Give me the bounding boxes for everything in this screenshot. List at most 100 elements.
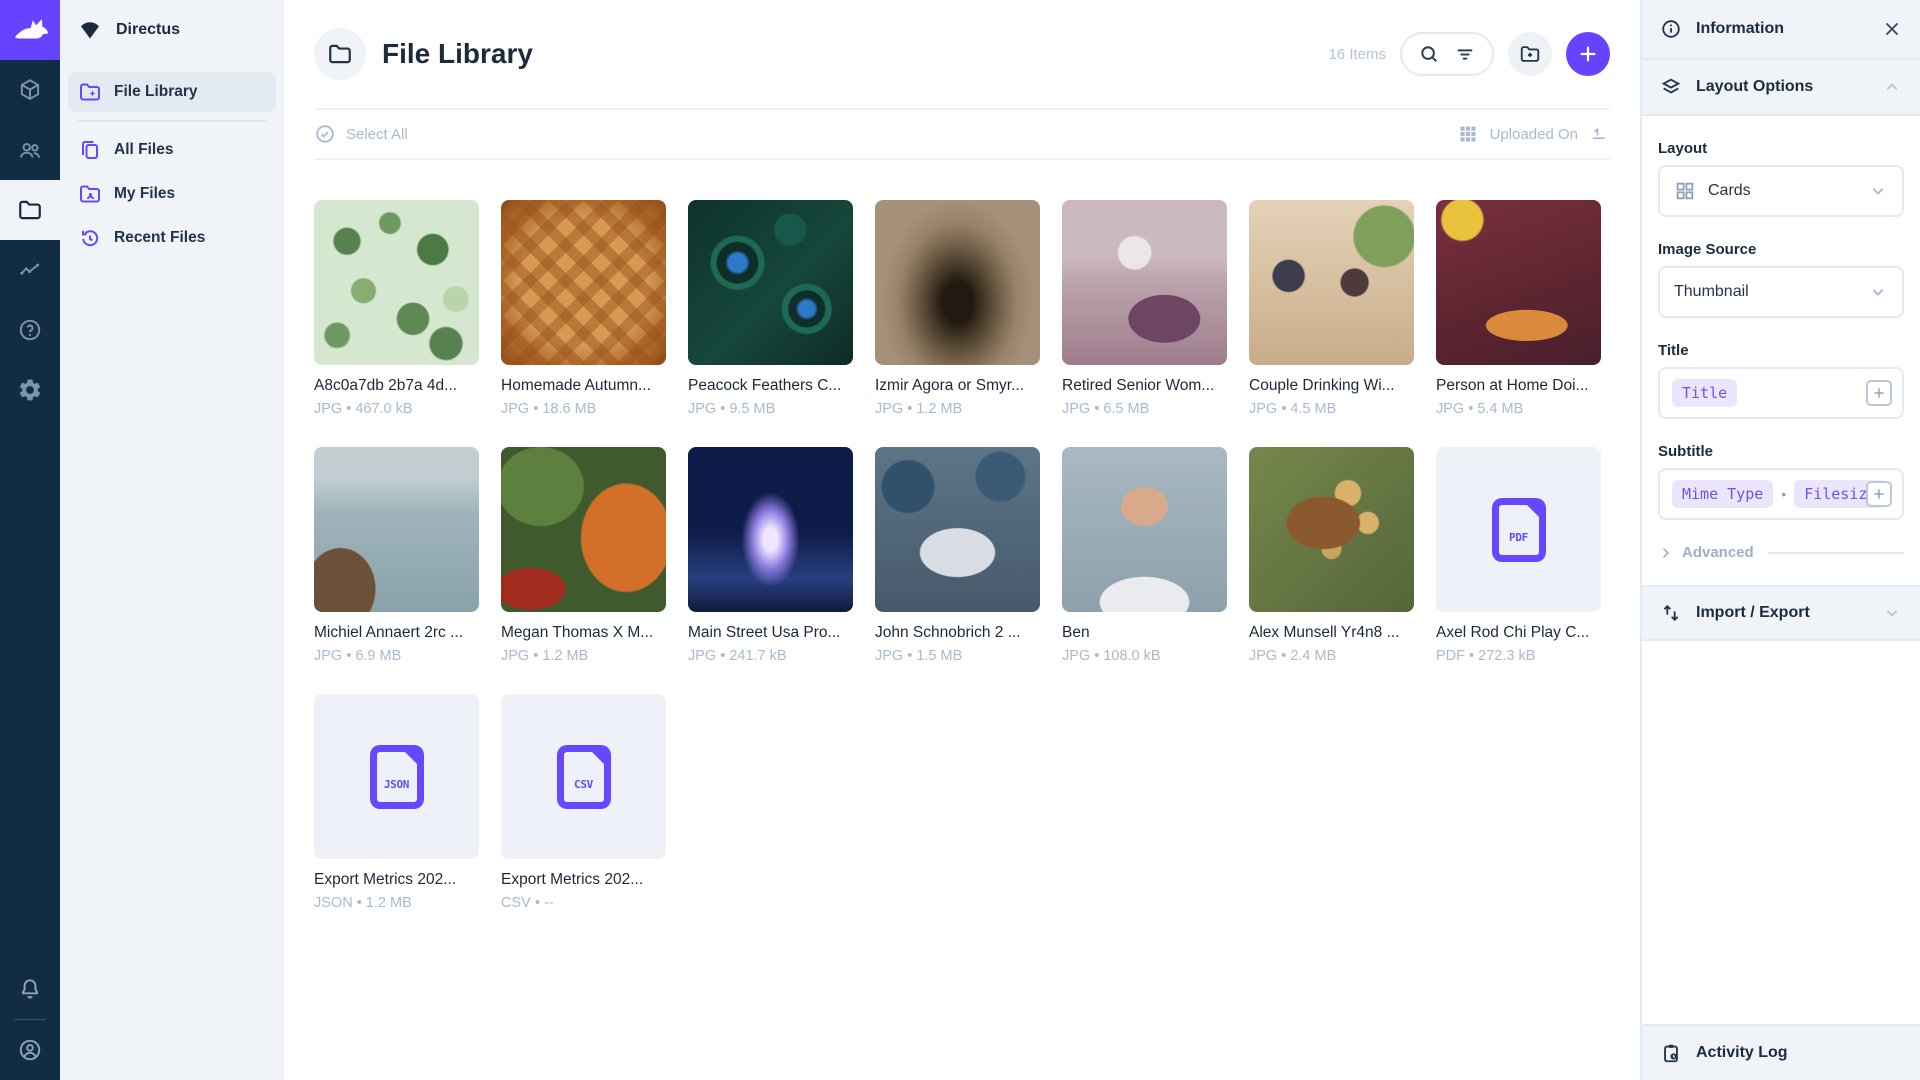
nav-list: File Library All Files My Files Recent F… bbox=[60, 60, 284, 262]
chevron-up-icon bbox=[1882, 77, 1902, 97]
cards-layout-icon bbox=[1674, 180, 1696, 202]
grid-view-icon[interactable] bbox=[1458, 124, 1478, 144]
document-type-label: PDF bbox=[1509, 531, 1528, 544]
page-title-icon-circle[interactable] bbox=[314, 28, 366, 80]
module-user-directory[interactable] bbox=[0, 120, 60, 180]
layout-options-panel: Layout Cards Image Source Thumbnail Titl… bbox=[1642, 116, 1920, 585]
advanced-toggle[interactable]: Advanced bbox=[1658, 544, 1904, 561]
file-card[interactable]: Michiel Annaert 2rc ... JPG • 6.9 MB bbox=[314, 447, 479, 664]
sort-icon[interactable] bbox=[1590, 124, 1610, 144]
image-source-select[interactable]: Thumbnail bbox=[1658, 266, 1904, 318]
add-file-button[interactable] bbox=[1566, 32, 1610, 76]
nav-item-file-library[interactable]: File Library bbox=[68, 72, 276, 112]
file-card[interactable]: JSON Export Metrics 202... JSON • 1.2 MB bbox=[314, 694, 479, 911]
file-card[interactable]: CSV Export Metrics 202... CSV • -- bbox=[501, 694, 666, 911]
file-thumbnail[interactable] bbox=[875, 447, 1040, 612]
file-title: Megan Thomas X M... bbox=[501, 624, 666, 642]
file-card[interactable]: Homemade Autumn... JPG • 18.6 MB bbox=[501, 200, 666, 417]
activity-log-label: Activity Log bbox=[1696, 1044, 1788, 1062]
notifications-button[interactable] bbox=[0, 959, 60, 1019]
file-thumbnail[interactable]: CSV bbox=[501, 694, 666, 859]
file-thumbnail[interactable]: PDF bbox=[1436, 447, 1601, 612]
add-subtitle-field-button[interactable] bbox=[1866, 481, 1892, 507]
directus-logo[interactable] bbox=[0, 0, 60, 60]
folder-plus-icon bbox=[1519, 43, 1541, 65]
add-title-field-button[interactable] bbox=[1866, 380, 1892, 406]
import-export-icon bbox=[1660, 602, 1682, 624]
new-folder-button[interactable] bbox=[1508, 32, 1552, 76]
select-all-button[interactable]: Select All bbox=[314, 123, 408, 145]
file-thumbnail[interactable] bbox=[1062, 447, 1227, 612]
module-settings[interactable] bbox=[0, 360, 60, 420]
file-card[interactable]: Megan Thomas X M... JPG • 1.2 MB bbox=[501, 447, 666, 664]
nav-item-my-files[interactable]: My Files bbox=[68, 174, 276, 214]
file-thumbnail[interactable] bbox=[1436, 200, 1601, 365]
account-icon bbox=[17, 1037, 43, 1063]
file-card[interactable]: Ben JPG • 108.0 kB bbox=[1062, 447, 1227, 664]
activity-log-button[interactable]: Activity Log bbox=[1642, 1024, 1920, 1080]
file-meta: JPG • 4.5 MB bbox=[1249, 401, 1414, 417]
module-help[interactable] bbox=[0, 300, 60, 360]
layers-icon bbox=[1660, 76, 1682, 98]
nav-item-recent-files[interactable]: Recent Files bbox=[68, 218, 276, 258]
layout-select[interactable]: Cards bbox=[1658, 165, 1904, 217]
folder-icon bbox=[17, 197, 43, 223]
chevron-down-icon bbox=[1882, 603, 1902, 623]
layout-options-header[interactable]: Layout Options bbox=[1642, 60, 1920, 116]
file-card[interactable]: Person at Home Doi... JPG • 5.4 MB bbox=[1436, 200, 1601, 417]
file-card[interactable]: Retired Senior Wom... JPG • 6.5 MB bbox=[1062, 200, 1227, 417]
subtitle-field[interactable]: Mime Type • Filesize bbox=[1658, 468, 1904, 520]
file-card[interactable]: Main Street Usa Pro... JPG • 241.7 kB bbox=[688, 447, 853, 664]
file-thumbnail[interactable] bbox=[1249, 447, 1414, 612]
nav-item-label: All Files bbox=[114, 141, 173, 159]
sort-field-label[interactable]: Uploaded On bbox=[1490, 126, 1578, 143]
filter-icon[interactable] bbox=[1454, 43, 1476, 65]
search-bar[interactable] bbox=[1400, 32, 1494, 76]
close-sidebar-button[interactable] bbox=[1882, 19, 1902, 39]
module-collections[interactable] bbox=[0, 60, 60, 120]
file-card[interactable]: Izmir Agora or Smyr... JPG • 1.2 MB bbox=[875, 200, 1040, 417]
module-insights[interactable] bbox=[0, 240, 60, 300]
module-bar bbox=[0, 0, 60, 1080]
file-meta: JPG • 18.6 MB bbox=[501, 401, 666, 417]
folder-person-icon bbox=[78, 182, 102, 206]
project-header[interactable]: Directus bbox=[60, 0, 284, 60]
history-icon bbox=[78, 226, 102, 250]
file-meta: CSV • -- bbox=[501, 895, 666, 911]
main-header: File Library 16 Items bbox=[284, 0, 1640, 108]
file-card[interactable]: PDF Axel Rod Chi Play C... PDF • 272.3 k… bbox=[1436, 447, 1601, 664]
file-thumbnail[interactable] bbox=[314, 447, 479, 612]
nav-divider bbox=[78, 120, 266, 122]
document-type-label: CSV bbox=[574, 778, 593, 791]
file-thumbnail[interactable] bbox=[501, 447, 666, 612]
file-thumbnail[interactable] bbox=[688, 200, 853, 365]
file-title: Main Street Usa Pro... bbox=[688, 624, 853, 642]
file-thumbnail[interactable] bbox=[1249, 200, 1414, 365]
title-field[interactable]: Title bbox=[1658, 367, 1904, 419]
file-card[interactable]: A8c0a7db 2b7a 4d... JPG • 467.0 kB bbox=[314, 200, 479, 417]
title-field-label: Title bbox=[1658, 342, 1904, 359]
import-export-header[interactable]: Import / Export bbox=[1642, 585, 1920, 641]
file-card[interactable]: Alex Munsell Yr4n8 ... JPG • 2.4 MB bbox=[1249, 447, 1414, 664]
file-thumbnail[interactable] bbox=[501, 200, 666, 365]
mime-type-chip[interactable]: Mime Type bbox=[1672, 480, 1773, 508]
file-thumbnail[interactable] bbox=[875, 200, 1040, 365]
file-card[interactable]: Couple Drinking Wi... JPG • 4.5 MB bbox=[1249, 200, 1414, 417]
search-icon[interactable] bbox=[1418, 43, 1440, 65]
file-thumbnail[interactable]: JSON bbox=[314, 694, 479, 859]
file-thumbnail[interactable] bbox=[1062, 200, 1227, 365]
chip-separator: • bbox=[1781, 486, 1786, 502]
file-thumbnail[interactable] bbox=[314, 200, 479, 365]
file-thumbnail[interactable] bbox=[688, 447, 853, 612]
file-grid: A8c0a7db 2b7a 4d... JPG • 467.0 kB Homem… bbox=[284, 160, 1640, 951]
project-icon bbox=[78, 18, 102, 42]
document-icon: PDF bbox=[1492, 498, 1546, 562]
file-card[interactable]: Peacock Feathers C... JPG • 9.5 MB bbox=[688, 200, 853, 417]
project-name: Directus bbox=[116, 21, 180, 39]
file-card[interactable]: John Schnobrich 2 ... JPG • 1.5 MB bbox=[875, 447, 1040, 664]
module-file-library[interactable] bbox=[0, 180, 60, 240]
nav-item-all-files[interactable]: All Files bbox=[68, 130, 276, 170]
account-button[interactable] bbox=[0, 1020, 60, 1080]
file-title: Michiel Annaert 2rc ... bbox=[314, 624, 479, 642]
title-chip[interactable]: Title bbox=[1672, 379, 1737, 407]
